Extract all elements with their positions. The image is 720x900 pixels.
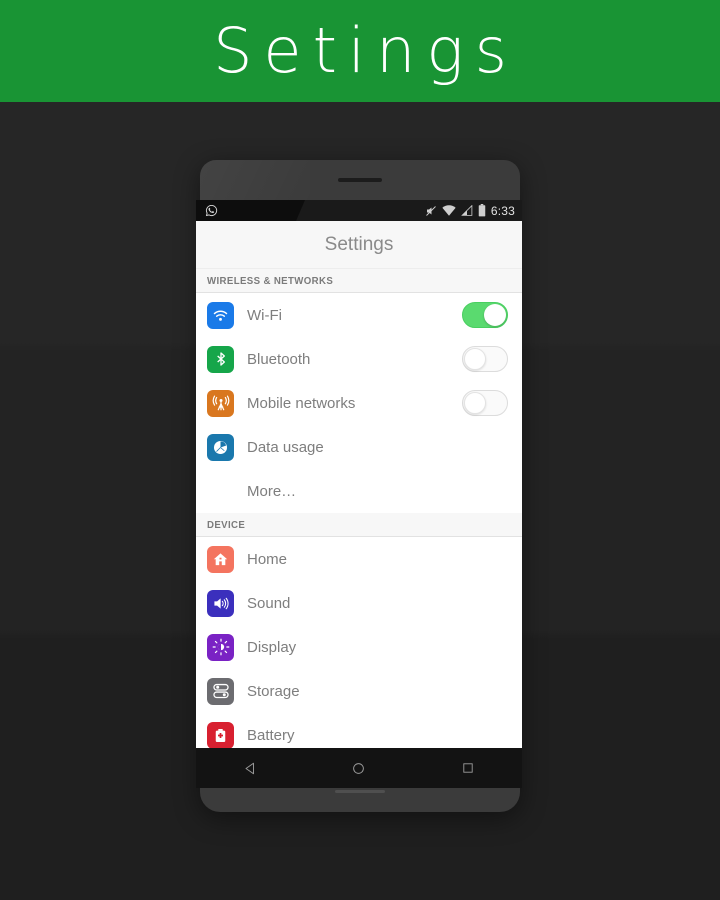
- settings-row[interactable]: Data usage: [196, 425, 522, 469]
- settings-row[interactable]: Display: [196, 625, 522, 669]
- settings-row[interactable]: Mobile networks: [196, 381, 522, 425]
- status-bar: 6:33: [196, 200, 522, 221]
- phone-screen: 6:33 Settings WIRELESS & NETWORKS Wi-Fi Bl…: [196, 200, 522, 748]
- recents-icon: [461, 761, 475, 775]
- section-header: DEVICE: [196, 513, 522, 537]
- section-header-label: WIRELESS & NETWORKS: [207, 274, 334, 287]
- whatsapp-icon: [205, 204, 218, 217]
- settings-row-label: Home: [247, 550, 288, 568]
- signal-icon: [460, 205, 473, 216]
- settings-row-label: Storage: [247, 682, 300, 700]
- toggle-switch[interactable]: [462, 302, 508, 328]
- settings-row[interactable]: Storage: [196, 669, 522, 713]
- toggle-knob: [484, 304, 506, 326]
- status-bar-clock: 6:33: [490, 203, 515, 218]
- toggle-switch[interactable]: [462, 390, 508, 416]
- bottom-bezel-line: [335, 790, 385, 793]
- phone-mockup: 6:33 Settings WIRELESS & NETWORKS Wi-Fi Bl…: [196, 160, 522, 812]
- settings-row-label: More…: [247, 482, 297, 500]
- settings-row-label: Battery: [247, 726, 295, 744]
- settings-list[interactable]: WIRELESS & NETWORKS Wi-Fi Bluetooth Mobile …: [196, 269, 522, 748]
- wifi-icon: [442, 205, 456, 216]
- house-icon: [207, 545, 234, 573]
- back-button[interactable]: [232, 748, 268, 788]
- wallpaper-background: Setings 6:33 Settings WIRELESS & NETWORK…: [0, 0, 720, 900]
- settings-row-label: Data usage: [247, 438, 324, 456]
- toggle-knob: [464, 392, 486, 414]
- settings-row[interactable]: More…: [196, 469, 522, 513]
- battery-icon: [478, 204, 486, 217]
- settings-row-label: Display: [247, 638, 297, 656]
- recents-button[interactable]: [450, 748, 486, 788]
- status-bar-notification-area: [196, 200, 305, 221]
- settings-row[interactable]: Bluetooth: [196, 337, 522, 381]
- earpiece-speaker: [338, 178, 382, 182]
- settings-row-label: Mobile networks: [247, 394, 356, 412]
- settings-row[interactable]: Sound: [196, 581, 522, 625]
- settings-row[interactable]: Battery: [196, 713, 522, 748]
- settings-row-label: Wi-Fi: [247, 306, 282, 324]
- settings-row[interactable]: Home: [196, 537, 522, 581]
- home-icon: [351, 761, 366, 776]
- settings-row[interactable]: Wi-Fi: [196, 293, 522, 337]
- app-title-bar: Settings: [196, 221, 522, 269]
- section-header: WIRELESS & NETWORKS: [196, 269, 522, 293]
- toggle-knob: [464, 348, 486, 370]
- page-title: Setings: [213, 14, 518, 87]
- mute-icon: [425, 205, 437, 217]
- data-usage-icon: [207, 433, 234, 461]
- settings-row-label: Sound: [247, 594, 291, 612]
- sliders-icon: [207, 677, 234, 705]
- speaker-icon: [207, 589, 234, 617]
- battery-icon: [207, 721, 234, 748]
- no-icon: [207, 478, 234, 505]
- settings-row-label: Bluetooth: [247, 350, 311, 368]
- status-bar-system-icons: 6:33: [425, 200, 515, 221]
- wifi-icon: [207, 301, 234, 329]
- bluetooth-icon: [207, 345, 234, 373]
- sun-icon: [207, 633, 234, 661]
- app-title: Settings: [324, 233, 394, 255]
- toggle-switch[interactable]: [462, 346, 508, 372]
- page-banner: Setings: [0, 0, 720, 102]
- navigation-bar[interactable]: [196, 748, 522, 788]
- section-header-label: DEVICE: [207, 518, 246, 531]
- cell-tower-icon: [207, 389, 234, 417]
- home-button[interactable]: [341, 748, 377, 788]
- back-icon: [243, 761, 258, 776]
